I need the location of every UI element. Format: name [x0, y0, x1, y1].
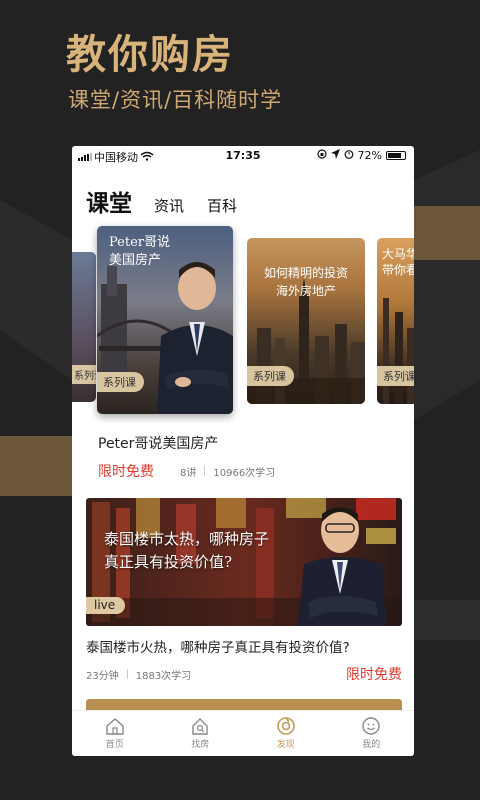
tab-news[interactable]: 资讯	[154, 195, 184, 218]
featured-course-meta: 限时免费 8讲 10966次学习	[98, 461, 275, 481]
tabbar-item-find-house[interactable]: 找房	[158, 711, 244, 756]
status-bar: 中国移动 17:35 72%	[72, 146, 414, 166]
tab-classroom[interactable]: 课堂	[86, 184, 132, 218]
duration: 23分钟	[86, 670, 119, 682]
promo-subtitle: 课堂/资讯/百科随时学	[68, 88, 283, 112]
alarm-icon	[344, 149, 354, 162]
tabbar-item-profile[interactable]: 我的	[329, 711, 415, 756]
divider	[126, 669, 128, 679]
content-tabs: 课堂 资讯 百科	[86, 184, 260, 218]
home-icon	[106, 718, 124, 735]
card-title: 大马华 带你看	[382, 247, 414, 277]
tabbar-item-home[interactable]: 首页	[72, 711, 158, 756]
series-tag: 系列课	[247, 366, 294, 386]
series-tag: 系列课	[97, 372, 144, 392]
bottom-tab-bar: 首页 找房 发现 我的	[72, 710, 414, 756]
orientation-lock-icon	[316, 149, 327, 162]
profile-icon	[362, 717, 380, 735]
live-course-meta: 23分钟 1883次学习 限时免费	[86, 664, 402, 684]
location-icon	[330, 149, 340, 162]
series-tag: 系列课	[377, 366, 414, 386]
card-title: 如何精明的投资 海外房地产	[263, 266, 348, 298]
learner-count: 1883次学习	[135, 670, 192, 682]
carousel-card-previous[interactable]: 系列课	[72, 252, 96, 402]
live-banner[interactable]: 泰国楼市太热，哪种房子 真正具有投资价值? live	[86, 498, 402, 626]
carousel-card-malaysia[interactable]: 大马华 带你看 系列课	[377, 238, 414, 404]
tabbar-label: 我的	[362, 740, 381, 750]
carousel-card-peter[interactable]: Peter哥说 美国房产 系列课	[97, 226, 233, 414]
carousel-card-overseas-investment[interactable]: 如何精明的投资 海外房地产 系列课	[247, 238, 365, 404]
live-banner-text: 泰国楼市太热，哪种房子 真正具有投资价值?	[104, 530, 270, 571]
card-title: Peter哥说 美国房产	[109, 235, 170, 268]
lesson-count: 8讲	[180, 467, 197, 479]
live-course-title[interactable]: 泰国楼市火热，哪种房子真正具有投资价值?	[86, 636, 350, 656]
battery-icon	[386, 151, 406, 160]
tabbar-label: 发现	[276, 740, 295, 750]
promo-title: 教你购房	[66, 32, 234, 78]
divider	[204, 466, 206, 476]
phone-screen: 中国移动 17:35 72% 课堂 资讯 百科 系列课	[72, 146, 414, 756]
tabbar-item-discover[interactable]: 发现	[243, 711, 329, 756]
free-badge: 限时免费	[98, 464, 154, 480]
live-badge: live	[86, 597, 126, 614]
tabbar-label: 找房	[191, 740, 210, 750]
tab-encyclopedia[interactable]: 百科	[207, 195, 237, 218]
find-house-icon	[192, 718, 208, 735]
series-tag: 系列课	[72, 365, 96, 384]
battery-percent: 72%	[357, 149, 382, 162]
discover-icon	[276, 717, 295, 735]
tabbar-label: 首页	[105, 740, 124, 750]
free-badge: 限时免费	[346, 667, 402, 683]
learner-count: 10966次学习	[213, 467, 276, 479]
course-carousel[interactable]: 系列课 Peter哥说 美国房产 系列课	[72, 224, 414, 424]
featured-course-title[interactable]: Peter哥说美国房产	[98, 433, 218, 453]
